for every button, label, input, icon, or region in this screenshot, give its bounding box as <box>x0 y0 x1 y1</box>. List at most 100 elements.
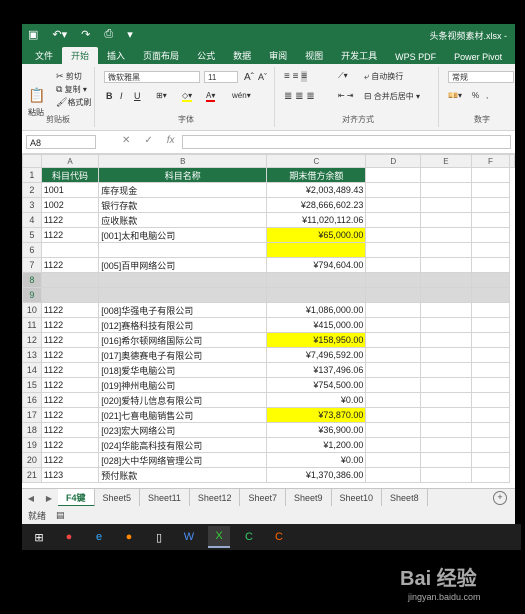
cell-empty[interactable] <box>365 167 422 183</box>
ribbon-tab[interactable]: 审阅 <box>260 47 296 64</box>
cell-b[interactable]: [008]华强电子有限公司 <box>98 302 268 318</box>
cell-a[interactable] <box>40 272 100 288</box>
cell-b[interactable]: [019]神州电脑公司 <box>98 377 268 393</box>
row-header[interactable]: 3 <box>22 197 42 213</box>
ribbon-tab[interactable]: WPS PDF <box>386 50 445 64</box>
cell-empty[interactable] <box>470 392 511 408</box>
cell-b[interactable]: 库存现金 <box>98 182 268 198</box>
cell-empty[interactable] <box>470 302 511 318</box>
cell-empty[interactable] <box>365 227 422 243</box>
indent-icon[interactable]: ⇤ ⇥ <box>338 91 354 100</box>
cell-b[interactable]: [001]太和电脑公司 <box>98 227 268 243</box>
cell-empty[interactable] <box>420 272 472 288</box>
cell-empty[interactable] <box>365 212 422 228</box>
file-icon[interactable]: ▯ <box>148 527 170 547</box>
cell-empty[interactable] <box>365 407 422 423</box>
row-header[interactable]: 12 <box>22 332 42 348</box>
sheet-tab[interactable]: Sheet11 <box>140 489 190 507</box>
cell-c[interactable] <box>266 242 367 258</box>
add-sheet-icon[interactable]: + <box>493 491 507 505</box>
row-header[interactable]: 9 <box>22 287 42 303</box>
cell-empty[interactable] <box>420 332 472 348</box>
formula-input[interactable] <box>182 135 511 149</box>
row-header[interactable]: 7 <box>22 257 42 273</box>
row-header[interactable]: 13 <box>22 347 42 363</box>
cell-empty[interactable] <box>470 212 511 228</box>
row-header[interactable]: 17 <box>22 407 42 423</box>
cell-a[interactable]: 1122 <box>40 257 100 273</box>
bold-button[interactable]: B <box>106 91 113 101</box>
cell-table[interactable]: A B C D E F 1 科目代码 科目名称 期末借方余额 2 1001 库存现金 ¥2,003,489… <box>22 154 515 483</box>
cell-empty[interactable] <box>420 197 472 213</box>
font-name-select[interactable]: 微软雅黑 <box>104 71 200 83</box>
ribbon-tab[interactable]: 开发工具 <box>332 47 386 64</box>
grow-font-button[interactable]: Aˆ <box>244 72 254 83</box>
cell-a[interactable]: 1122 <box>40 392 100 408</box>
copy-button[interactable]: ⧉ 复制 ▾ <box>56 84 87 95</box>
cell-empty[interactable] <box>365 317 422 333</box>
ribbon-tab[interactable]: 页面布局 <box>134 47 188 64</box>
cell-b[interactable] <box>98 272 268 288</box>
underline-button[interactable]: U <box>134 91 141 101</box>
row-header[interactable]: 1 <box>22 167 42 183</box>
cell-empty[interactable] <box>470 287 511 303</box>
ribbon-tab[interactable]: 插入 <box>98 47 134 64</box>
phonetic-button[interactable]: wén▾ <box>232 91 251 100</box>
worksheet-grid[interactable]: A B C D E F 1 科目代码 科目名称 期末借方余额 2 1001 库存现金 ¥2,003,489… <box>22 154 515 483</box>
redo-icon[interactable]: ↷ <box>81 28 90 41</box>
ribbon-tab[interactable]: 数据 <box>224 47 260 64</box>
undo-icon[interactable]: ↶▾ <box>52 28 67 41</box>
row-header[interactable]: 14 <box>22 362 42 378</box>
cell-empty[interactable] <box>420 302 472 318</box>
cell-empty[interactable] <box>420 437 472 453</box>
cell-c[interactable]: ¥0.00 <box>266 392 367 408</box>
row-header[interactable]: 20 <box>22 452 42 468</box>
column-header[interactable]: A <box>40 154 100 168</box>
column-header[interactable]: F <box>470 154 511 168</box>
cell-empty[interactable] <box>365 392 422 408</box>
cell-b[interactable]: 预付账款 <box>98 467 268 483</box>
select-all-corner[interactable] <box>22 154 42 168</box>
cell-a[interactable]: 1122 <box>40 317 100 333</box>
cell-c[interactable] <box>266 272 367 288</box>
font-color-button[interactable]: A▾ <box>206 91 216 102</box>
cell-empty[interactable] <box>365 422 422 438</box>
cell-a[interactable]: 1001 <box>40 182 100 198</box>
sheet-next-icon[interactable]: ▶ <box>46 494 52 503</box>
cell-b[interactable]: [012]赛格科技有限公司 <box>98 317 268 333</box>
row-header[interactable]: 19 <box>22 437 42 453</box>
ribbon-tab[interactable]: 开始 <box>62 47 99 64</box>
cell-empty[interactable] <box>365 197 422 213</box>
cell-a[interactable]: 1122 <box>40 212 100 228</box>
cell-b[interactable]: [023]宏大网络公司 <box>98 422 268 438</box>
save-icon[interactable]: ▣ <box>28 28 38 41</box>
orientation-icon[interactable]: ⟋▾ <box>338 71 348 81</box>
number-format-select[interactable]: 常规 <box>448 71 514 83</box>
cancel-icon[interactable]: ✕ <box>122 135 130 146</box>
row-header[interactable]: 16 <box>22 392 42 408</box>
cell-b[interactable]: [024]华能高科技有限公司 <box>98 437 268 453</box>
merge-center-button[interactable]: ⊟ 合并后居中 ▾ <box>364 91 420 102</box>
cell-empty[interactable] <box>365 362 422 378</box>
cell-empty[interactable] <box>365 437 422 453</box>
cell-empty[interactable] <box>470 182 511 198</box>
sheet-prev-icon[interactable]: ◀ <box>28 494 34 503</box>
font-size-select[interactable]: 11 <box>204 71 238 83</box>
cut-button[interactable]: ✂ 剪切 <box>56 71 82 82</box>
cell-b[interactable]: 应收账款 <box>98 212 268 228</box>
cell-a[interactable]: 1002 <box>40 197 100 213</box>
italic-button[interactable]: I <box>120 91 123 101</box>
ribbon-tab[interactable]: 公式 <box>188 47 224 64</box>
cell-empty[interactable] <box>365 332 422 348</box>
cell-empty[interactable] <box>420 317 472 333</box>
cell-empty[interactable] <box>420 422 472 438</box>
cell-empty[interactable] <box>470 197 511 213</box>
cell-c[interactable]: ¥794,604.00 <box>266 257 367 273</box>
cell-empty[interactable] <box>420 167 472 183</box>
camtasia-icon[interactable]: C <box>238 527 260 547</box>
row-header[interactable]: 10 <box>22 302 42 318</box>
cell-empty[interactable] <box>470 167 511 183</box>
sheet-tab[interactable]: Sheet5 <box>95 489 141 507</box>
preview-icon[interactable]: ⎙ <box>104 28 113 41</box>
cell-empty[interactable] <box>365 377 422 393</box>
